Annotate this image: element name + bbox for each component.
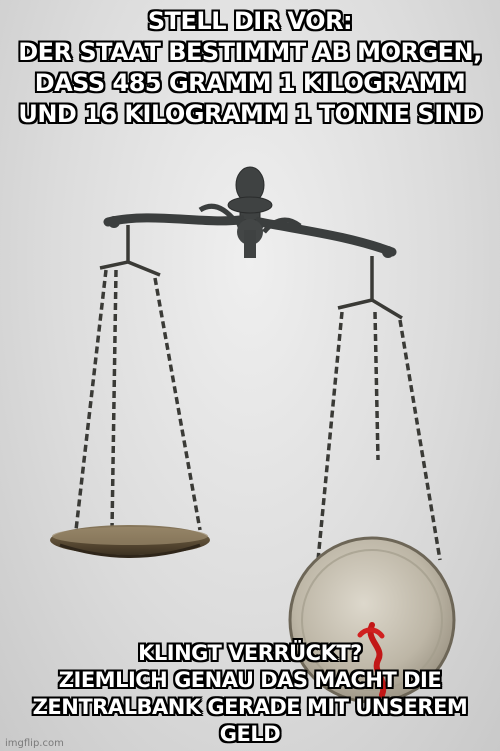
top-caption: STELL DIR VOR: DER STAAT BESTIMMT AB MOR…: [0, 6, 500, 130]
bottom-caption-line: ZENTRALBANK GERADE MIT UNSEREM GELD: [32, 695, 468, 746]
left-chains: [74, 225, 202, 531]
right-chains: [316, 256, 442, 561]
top-caption-line: DASS 485 GRAMM 1 KILOGRAMM: [34, 69, 466, 97]
left-pan: [50, 525, 210, 558]
top-caption-line: DER STAAT BESTIMMT AB MORGEN,: [18, 38, 482, 66]
bottom-caption-line: ZIEMLICH GENAU DAS MACHT DIE: [58, 668, 442, 692]
meme-image: STELL DIR VOR: DER STAAT BESTIMMT AB MOR…: [0, 0, 500, 751]
scale-ornament: [227, 166, 273, 221]
imgflip-watermark: imgflip.com: [5, 738, 64, 749]
bottom-caption-line: KLINGT VERRÜCKT?: [138, 641, 362, 665]
bottom-caption: KLINGT VERRÜCKT? ZIEMLICH GENAU DAS MACH…: [0, 640, 500, 748]
top-caption-line: UND 16 KILOGRAMM 1 TONNE SIND: [18, 100, 482, 128]
top-caption-line: STELL DIR VOR:: [147, 7, 353, 35]
